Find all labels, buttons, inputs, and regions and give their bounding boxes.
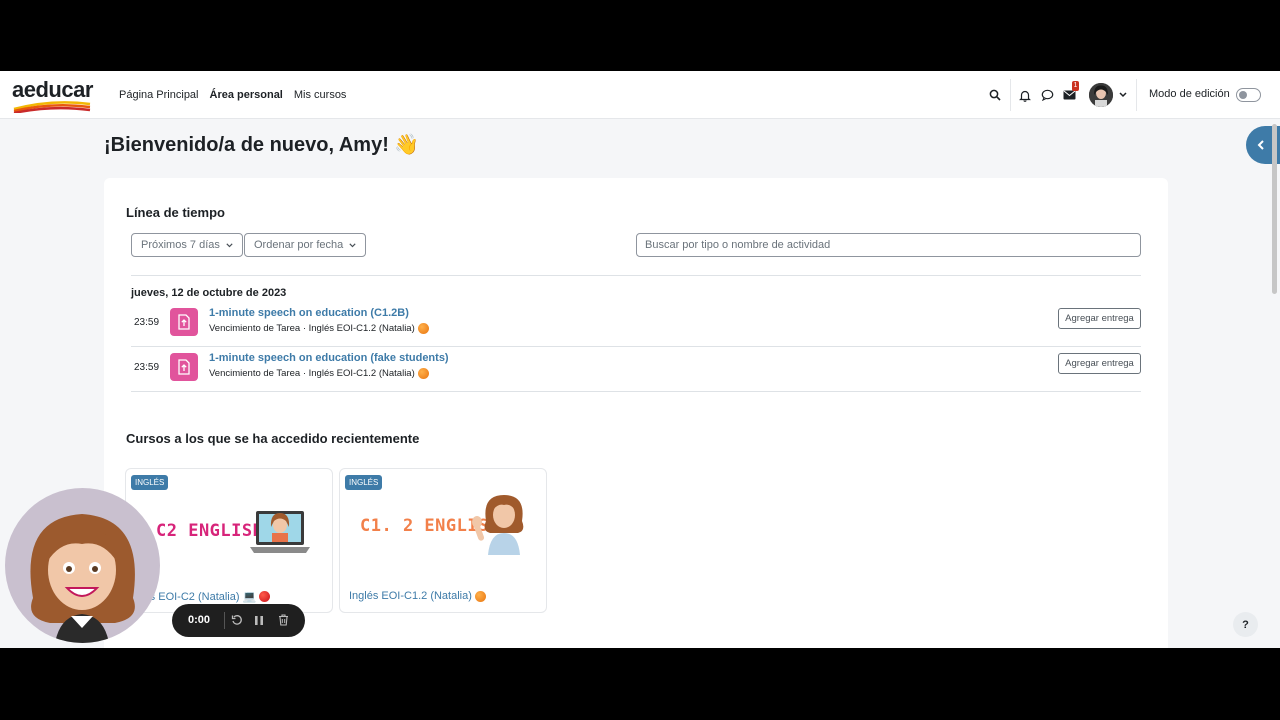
recording-controls: 0:00 [172, 604, 305, 637]
divider [131, 275, 1141, 276]
event-title-link[interactable]: 1-minute speech on education (fake stude… [209, 352, 449, 364]
assignment-icon[interactable] [170, 353, 198, 381]
course-category-tag: INGLÉS [345, 475, 383, 490]
primary-navigation: Página Principal Área personal Mis curso… [119, 71, 346, 119]
course-name-text: Inglés EOI-C1.2 (Natalia) [349, 590, 472, 602]
red-circle-icon [259, 591, 271, 602]
event-subtitle: Vencimiento de Tarea · Inglés EOI-C1.2 (… [209, 323, 429, 334]
trash-icon[interactable] [276, 613, 290, 627]
help-button[interactable]: ? [1233, 612, 1258, 637]
aeducar-logo[interactable]: aeducar [12, 75, 94, 115]
search-icon[interactable] [987, 87, 1003, 103]
event-time: 23:59 [134, 362, 160, 373]
timeline-sort-dropdown[interactable]: Ordenar por fecha [244, 233, 367, 257]
edit-mode-label: Modo de edición [1149, 88, 1230, 100]
timeline-date-heading: jueves, 12 de octubre de 2023 [131, 287, 287, 299]
event-subtitle: Vencimiento de Tarea · Inglés EOI-C1.2 (… [209, 368, 429, 379]
logo-text: aeducar [12, 77, 93, 102]
chevron-down-icon [226, 242, 233, 247]
laptop-avatar-icon [250, 511, 310, 553]
nav-link-my-courses[interactable]: Mis cursos [294, 89, 347, 101]
logo-stripes-icon [13, 101, 91, 113]
orange-circle-icon [474, 590, 486, 602]
sort-label: Ordenar por fecha [254, 239, 344, 251]
browser-viewport: aeducar Página Principal Área personal M… [0, 71, 1280, 648]
toggle-knob [1239, 91, 1247, 99]
navbar-divider [1136, 79, 1137, 111]
nav-link-dashboard[interactable]: Área personal [210, 89, 283, 101]
restart-recording-icon[interactable] [230, 613, 244, 627]
chat-icon[interactable] [1039, 87, 1055, 103]
event-time: 23:59 [134, 317, 160, 328]
dashboard-card: Línea de tiempo Próximos 7 días Ordenar … [104, 178, 1168, 648]
recent-courses-heading: Cursos a los que se ha accedido reciente… [126, 431, 420, 446]
pause-icon[interactable] [252, 613, 266, 627]
recording-timer: 0:00 [188, 614, 211, 626]
divider [131, 391, 1141, 392]
chevron-down-icon [349, 242, 356, 247]
activity-search-input[interactable] [636, 233, 1141, 257]
navbar-divider [1010, 79, 1011, 111]
add-submission-button[interactable]: Agregar entrega [1058, 353, 1141, 374]
bell-icon[interactable] [1017, 87, 1033, 103]
waving-avatar-icon [472, 495, 524, 555]
webcam-bubble[interactable] [5, 488, 160, 643]
course-name-link[interactable]: Inglés EOI-C1.2 (Natalia) [349, 590, 486, 602]
assignment-icon[interactable] [170, 308, 198, 336]
page-scrollbar[interactable] [1272, 124, 1277, 294]
orange-circle-icon [417, 323, 429, 334]
course-card-c1-2[interactable]: C1. 2 ENGLISH INGLÉS Inglés EOI-C1.2 (Na… [339, 468, 547, 613]
add-submission-button[interactable]: Agregar entrega [1058, 308, 1141, 329]
nav-link-home[interactable]: Página Principal [119, 89, 199, 101]
chevron-left-icon [1257, 140, 1264, 150]
timeline-heading: Línea de tiempo [126, 205, 225, 220]
event-course-text: Vencimiento de Tarea · Inglés EOI-C1.2 (… [209, 323, 415, 334]
course-category-tag: INGLÉS [131, 475, 169, 490]
event-title-link[interactable]: 1-minute speech on education (C1.2B) [209, 307, 409, 319]
page-title: ¡Bienvenido/a de nuevo, Amy! 👋 [104, 134, 420, 156]
edit-mode-toggle[interactable] [1236, 88, 1261, 102]
chevron-down-icon[interactable] [1115, 87, 1131, 103]
divider [131, 346, 1141, 347]
divider [224, 612, 225, 629]
messages-count-badge: 1 [1072, 81, 1079, 91]
event-course-text: Vencimiento de Tarea · Inglés EOI-C1.2 (… [209, 368, 415, 379]
orange-circle-icon [417, 368, 429, 379]
timeline-day-filter[interactable]: Próximos 7 días [131, 233, 243, 257]
day-filter-label: Próximos 7 días [141, 239, 220, 251]
user-avatar[interactable] [1089, 83, 1113, 107]
bitmoji-avatar-icon [30, 514, 135, 643]
top-navbar: aeducar Página Principal Área personal M… [0, 71, 1280, 119]
